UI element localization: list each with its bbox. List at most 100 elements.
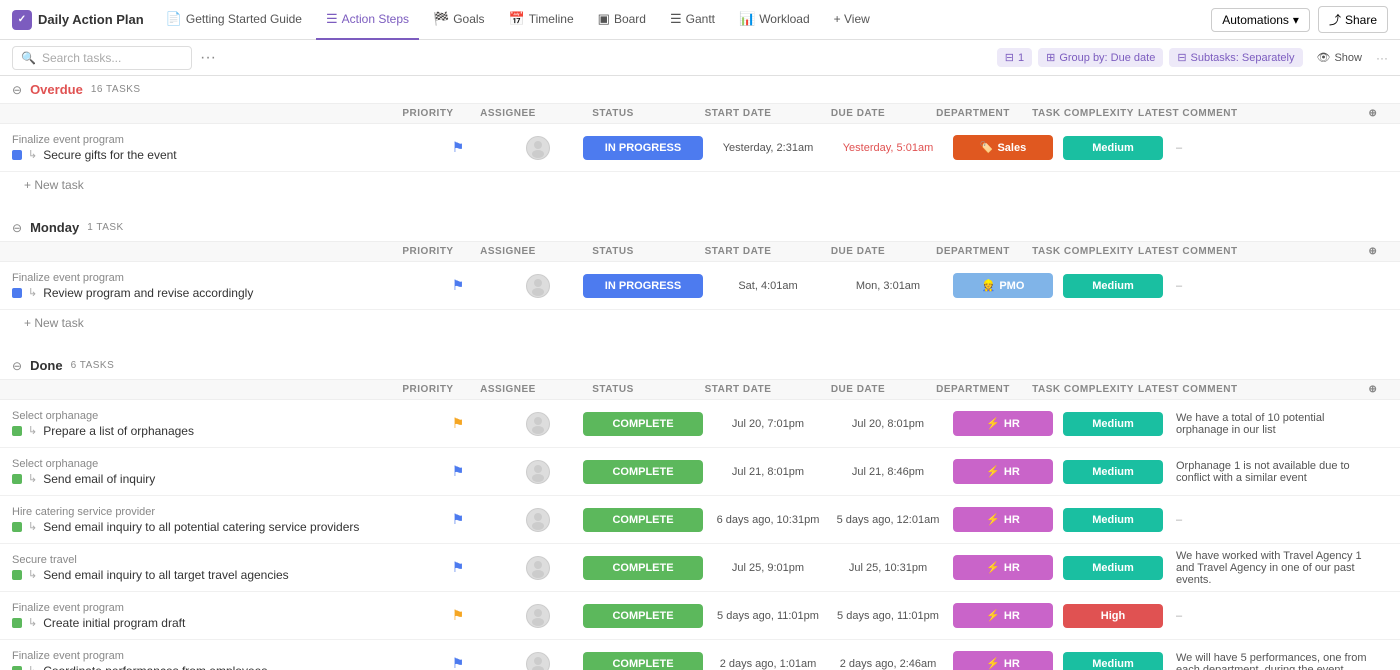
assignee-cell[interactable]	[498, 136, 578, 160]
automations-label: Automations	[1222, 13, 1289, 27]
status-cell: COMPLETE	[578, 506, 708, 534]
tab-getting-started-label: Getting Started Guide	[186, 12, 302, 26]
share-button[interactable]: ⤴ Share	[1318, 6, 1388, 33]
toolbar-more-button[interactable]: ···	[200, 49, 216, 67]
section-title-monday: Monday	[30, 220, 79, 235]
task-name[interactable]: ↳ Send email inquiry to all target trave…	[12, 568, 418, 582]
tab-timeline[interactable]: 📅 Timeline	[499, 0, 584, 40]
table-row: Finalize event program ↳ Secure gifts fo…	[0, 124, 1400, 172]
comment-cell: Orphanage 1 is not available due to conf…	[1168, 460, 1388, 484]
col-header-start: START DATE	[678, 246, 798, 257]
tab-workload[interactable]: 📊 Workload	[729, 0, 820, 40]
tab-goals[interactable]: 🏁 Goals	[423, 0, 495, 40]
tab-board[interactable]: ▣ Board	[588, 0, 656, 40]
complexity-cell: Medium	[1058, 134, 1168, 162]
dept-label: HR	[1004, 562, 1020, 574]
task-parent-label: Select orphanage	[12, 410, 418, 422]
tab-add-view[interactable]: + View	[824, 0, 880, 40]
task-name[interactable]: ↳ Review program and revise accordingly	[12, 286, 418, 300]
priority-cell[interactable]: ⚑	[418, 277, 498, 294]
priority-cell[interactable]: ⚑	[418, 511, 498, 528]
department-badge: ⚡ HR	[953, 651, 1053, 670]
subtasks-icon: ⊟	[1177, 51, 1186, 64]
new-task-button-overdue[interactable]: + New task	[24, 178, 84, 192]
comment-dash: –	[1176, 610, 1182, 622]
assignee-cell[interactable]	[498, 274, 578, 298]
assignee-cell[interactable]	[498, 508, 578, 532]
group-by-button[interactable]: ⊞ Group by: Due date	[1038, 48, 1163, 67]
search-box[interactable]: 🔍 Search tasks...	[12, 46, 192, 70]
brand-title: Daily Action Plan	[38, 12, 144, 27]
dept-emoji: ⚡	[986, 609, 1000, 622]
priority-cell[interactable]: ⚑	[418, 463, 498, 480]
task-name[interactable]: ↳ Prepare a list of orphanages	[12, 424, 418, 438]
task-parent-label: Select orphanage	[12, 458, 418, 470]
tab-getting-started[interactable]: 📄 Getting Started Guide	[156, 0, 312, 40]
task-color-dot	[12, 522, 22, 532]
section-toggle-overdue[interactable]: ⊖	[12, 83, 22, 97]
complexity-cell: Medium	[1058, 650, 1168, 670]
task-name-text: Send email inquiry to all target travel …	[43, 568, 288, 582]
task-name[interactable]: ↳ Send email inquiry to all potential ca…	[12, 520, 418, 534]
priority-cell[interactable]: ⚑	[418, 415, 498, 432]
department-cell: ⚡ HR	[948, 649, 1058, 670]
col-header-add[interactable]: ⊕	[1358, 384, 1388, 395]
status-badge: COMPLETE	[583, 556, 703, 580]
task-name[interactable]: ↳ Secure gifts for the event	[12, 148, 418, 162]
priority-cell[interactable]: ⚑	[418, 139, 498, 156]
task-name-text: Create initial program draft	[43, 616, 185, 630]
task-name[interactable]: ↳ Send email of inquiry	[12, 472, 418, 486]
department-cell: ⚡ HR	[948, 409, 1058, 438]
dept-label: Sales	[997, 142, 1026, 154]
automations-button[interactable]: Automations ▾	[1211, 8, 1310, 32]
new-task-button-monday[interactable]: + New task	[24, 316, 84, 330]
show-button[interactable]: 👁 Show	[1309, 48, 1371, 67]
task-name[interactable]: ↳ Create initial program draft	[12, 616, 418, 630]
due-date-cell: Jul 20, 8:01pm	[828, 418, 948, 430]
status-cell: COMPLETE	[578, 602, 708, 630]
filter-button[interactable]: ⊟ 1	[997, 48, 1032, 67]
col-header-add[interactable]: ⊕	[1358, 246, 1388, 257]
col-header-status: STATUS	[548, 384, 678, 395]
department-badge: ⚡ HR	[953, 603, 1053, 628]
col-header-add[interactable]: ⊕	[1358, 108, 1388, 119]
toolbar-options-icon[interactable]: ···	[1376, 51, 1388, 65]
group-label: Group by: Due date	[1059, 52, 1155, 64]
priority-cell[interactable]: ⚑	[418, 607, 498, 624]
avatar	[526, 652, 550, 670]
section-toggle-monday[interactable]: ⊖	[12, 221, 22, 235]
assignee-cell[interactable]	[498, 460, 578, 484]
comment-cell: We have a total of 10 potential orphanag…	[1168, 412, 1388, 436]
comment-dash: –	[1176, 142, 1182, 154]
assignee-cell[interactable]	[498, 604, 578, 628]
start-date-cell: 5 days ago, 11:01pm	[708, 610, 828, 622]
task-color-dot	[12, 570, 22, 580]
section-header-overdue: ⊖ Overdue 16 TASKS	[0, 76, 1400, 104]
department-cell: 🏷️ Sales	[948, 133, 1058, 162]
tab-action-steps[interactable]: ☰ Action Steps	[316, 0, 419, 40]
department-badge: ⚡ HR	[953, 507, 1053, 532]
assignee-cell[interactable]	[498, 652, 578, 670]
top-nav: ✓ Daily Action Plan 📄 Getting Started Gu…	[0, 0, 1400, 40]
priority-cell[interactable]: ⚑	[418, 655, 498, 670]
assignee-cell[interactable]	[498, 556, 578, 580]
group-icon: ⊞	[1046, 51, 1055, 64]
complexity-badge: Medium	[1063, 652, 1163, 670]
toolbar-right: ⊟ 1 ⊞ Group by: Due date ⊟ Subtasks: Sep…	[997, 48, 1388, 67]
status-cell: IN PROGRESS	[578, 272, 708, 300]
start-date-cell: Sat, 4:01am	[708, 280, 828, 292]
section-toggle-done[interactable]: ⊖	[12, 359, 22, 373]
tab-gantt[interactable]: ☰ Gantt	[660, 0, 725, 40]
priority-cell[interactable]: ⚑	[418, 559, 498, 576]
table-row: Hire catering service provider ↳ Send em…	[0, 496, 1400, 544]
avatar	[526, 508, 550, 532]
task-name[interactable]: ↳ Coordinate performances from employees	[12, 664, 418, 670]
comment-text: We have worked with Travel Agency 1 and …	[1176, 550, 1362, 586]
assignee-cell[interactable]	[498, 412, 578, 436]
status-badge: IN PROGRESS	[583, 136, 703, 160]
nav-right: Automations ▾ ⤴ Share	[1211, 6, 1388, 33]
department-badge: ⚡ HR	[953, 411, 1053, 436]
subtasks-button[interactable]: ⊟ Subtasks: Separately	[1169, 48, 1302, 67]
complexity-badge: Medium	[1063, 136, 1163, 160]
comment-dash: –	[1176, 514, 1182, 526]
